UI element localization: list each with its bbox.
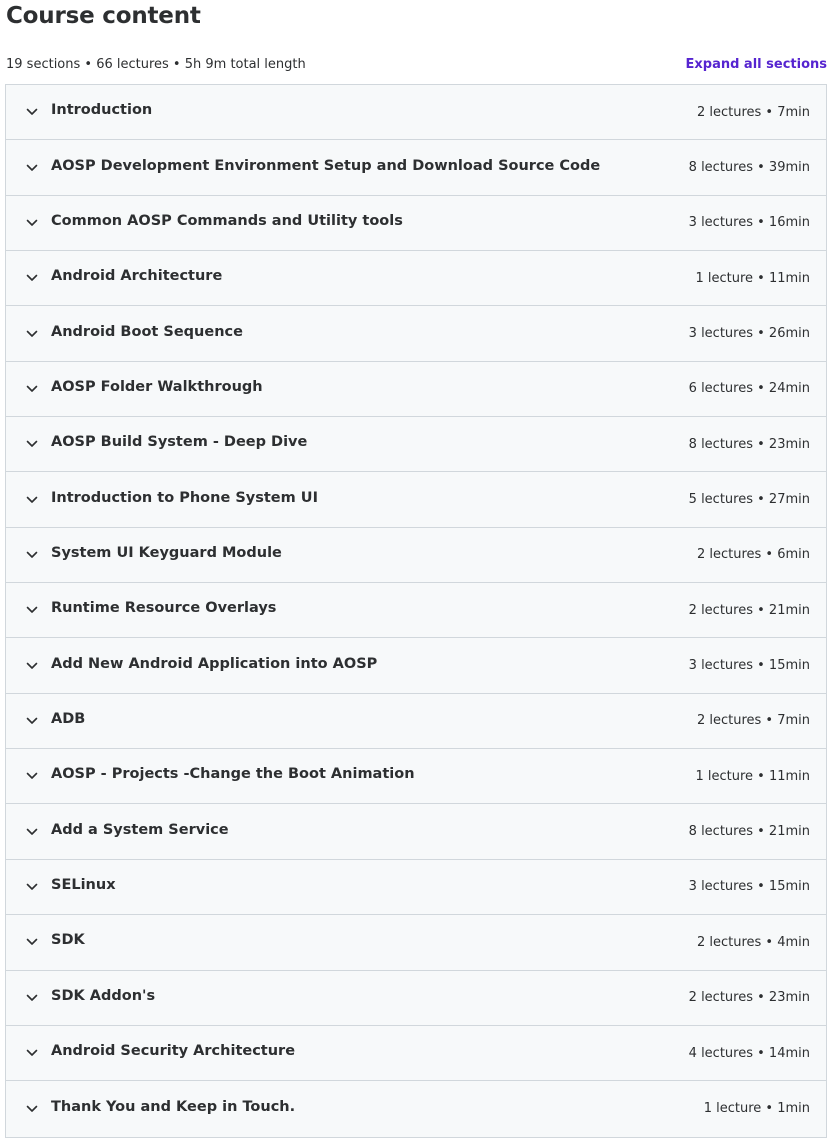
chevron-down-icon bbox=[25, 825, 39, 839]
chevron-down-icon bbox=[25, 216, 39, 230]
section-row[interactable]: SDK 2 lectures • 4min bbox=[6, 915, 826, 971]
section-row[interactable]: SELinux 3 lectures • 15min bbox=[6, 859, 826, 916]
section-meta: 2 lectures • 7min bbox=[696, 104, 810, 120]
section-title: SDK Addon's bbox=[51, 987, 156, 1004]
section-row[interactable]: AOSP Build System - Deep Dive 8 lectures … bbox=[6, 417, 826, 473]
section-title: System UI Keyguard Module bbox=[51, 544, 282, 561]
section-title: AOSP Build System - Deep Dive bbox=[51, 434, 308, 451]
section-row[interactable]: Add a System Service 8 lectures • 21min bbox=[6, 804, 826, 860]
section-row[interactable]: System UI Keyguard Module 2 lectures • 6m… bbox=[6, 527, 826, 584]
chevron-down-icon bbox=[25, 991, 39, 1005]
section-row[interactable]: Android Security Architecture 4 lectures … bbox=[6, 1025, 826, 1082]
section-meta: 3 lectures • 15min bbox=[688, 658, 810, 674]
section-meta: 8 lectures • 21min bbox=[688, 824, 810, 840]
chevron-down-icon bbox=[25, 659, 39, 673]
section-row[interactable]: Common AOSP Commands and Utility tools 3 … bbox=[6, 195, 826, 252]
section-meta: 3 lectures • 15min bbox=[688, 879, 810, 895]
section-row[interactable]: Android Architecture 1 lecture • 11min bbox=[6, 251, 826, 307]
section-meta: 4 lectures • 14min bbox=[688, 1045, 810, 1061]
chevron-down-icon bbox=[25, 935, 39, 949]
chevron-down-icon bbox=[25, 105, 39, 119]
course-content-panel: Course content 19 sections • 66 lectures… bbox=[0, 0, 830, 1142]
summary-row: 19 sections • 66 lectures • 5h 9m total … bbox=[6, 54, 827, 74]
section-meta: 8 lectures • 23min bbox=[688, 436, 810, 452]
section-title: ADB bbox=[51, 710, 86, 727]
section-title: Introduction bbox=[51, 102, 153, 119]
section-title: SELinux bbox=[51, 876, 116, 893]
section-title: SDK bbox=[51, 932, 85, 949]
chevron-down-icon bbox=[25, 603, 39, 617]
section-title: AOSP Development Environment Setup and D… bbox=[51, 157, 601, 174]
section-title: Runtime Resource Overlays bbox=[51, 600, 277, 617]
section-row[interactable]: Runtime Resource Overlays 2 lectures • 21… bbox=[6, 583, 826, 639]
section-title: AOSP - Projects -Change the Boot Animati… bbox=[51, 766, 415, 783]
page-title: Course content bbox=[6, 3, 201, 29]
section-row[interactable]: SDK Addon's 2 lectures • 23min bbox=[6, 970, 826, 1026]
section-meta: 3 lectures • 16min bbox=[688, 215, 810, 231]
chevron-down-icon bbox=[25, 548, 39, 562]
section-meta: 2 lectures • 7min bbox=[696, 713, 810, 729]
section-meta: 3 lectures • 26min bbox=[688, 326, 810, 342]
section-title: AOSP Folder Walkthrough bbox=[51, 378, 263, 395]
section-row[interactable]: Introduction 2 lectures • 7min bbox=[6, 85, 826, 141]
chevron-down-icon bbox=[25, 880, 39, 894]
chevron-down-icon bbox=[25, 769, 39, 783]
section-meta: 1 lecture • 1min bbox=[703, 1101, 810, 1117]
section-meta: 1 lecture • 11min bbox=[695, 768, 810, 784]
section-row[interactable]: Add New Android Application into AOSP 3 l… bbox=[6, 638, 826, 694]
chevron-down-icon bbox=[25, 714, 39, 728]
section-title: Common AOSP Commands and Utility tools bbox=[51, 212, 403, 229]
course-summary: 19 sections • 66 lectures • 5h 9m total … bbox=[6, 56, 306, 72]
section-row[interactable]: AOSP - Projects -Change the Boot Animati… bbox=[6, 749, 826, 805]
section-meta: 6 lectures • 24min bbox=[688, 381, 810, 397]
section-meta: 2 lectures • 23min bbox=[688, 990, 810, 1006]
section-title: Add New Android Application into AOSP bbox=[51, 655, 378, 672]
section-meta: 5 lectures • 27min bbox=[688, 492, 810, 508]
chevron-down-icon bbox=[25, 382, 39, 396]
section-row[interactable]: Thank You and Keep in Touch. 1 lecture • … bbox=[6, 1081, 826, 1137]
chevron-down-icon bbox=[25, 327, 39, 341]
section-row[interactable]: Android Boot Sequence 3 lectures • 26min bbox=[6, 306, 826, 362]
section-row[interactable]: AOSP Development Environment Setup and D… bbox=[6, 140, 826, 196]
section-title: Android Architecture bbox=[51, 268, 223, 285]
section-meta: 2 lectures • 6min bbox=[696, 547, 810, 563]
section-meta: 1 lecture • 11min bbox=[695, 270, 810, 286]
section-title: Thank You and Keep in Touch. bbox=[51, 1098, 296, 1115]
section-row[interactable]: Introduction to Phone System UI 5 lecture… bbox=[6, 472, 826, 528]
section-title: Add a System Service bbox=[51, 821, 229, 838]
chevron-down-icon bbox=[25, 161, 39, 175]
chevron-down-icon bbox=[25, 1102, 39, 1116]
section-row[interactable]: AOSP Folder Walkthrough 6 lectures • 24mi… bbox=[6, 361, 826, 418]
section-meta: 2 lectures • 21min bbox=[688, 602, 810, 618]
section-list: Introduction 2 lectures • 7min AOSP Develo… bbox=[5, 84, 827, 1138]
section-title: Android Security Architecture bbox=[51, 1043, 296, 1060]
section-title: Introduction to Phone System UI bbox=[51, 489, 318, 506]
expand-all-sections-button[interactable]: Expand all sections bbox=[686, 57, 828, 72]
chevron-down-icon bbox=[25, 271, 39, 285]
chevron-down-icon bbox=[25, 437, 39, 451]
section-meta: 8 lectures • 39min bbox=[688, 160, 810, 176]
section-title: Android Boot Sequence bbox=[51, 323, 243, 340]
chevron-down-icon bbox=[25, 493, 39, 507]
section-row[interactable]: ADB 2 lectures • 7min bbox=[6, 693, 826, 750]
chevron-down-icon bbox=[25, 1046, 39, 1060]
section-meta: 2 lectures • 4min bbox=[696, 934, 810, 950]
